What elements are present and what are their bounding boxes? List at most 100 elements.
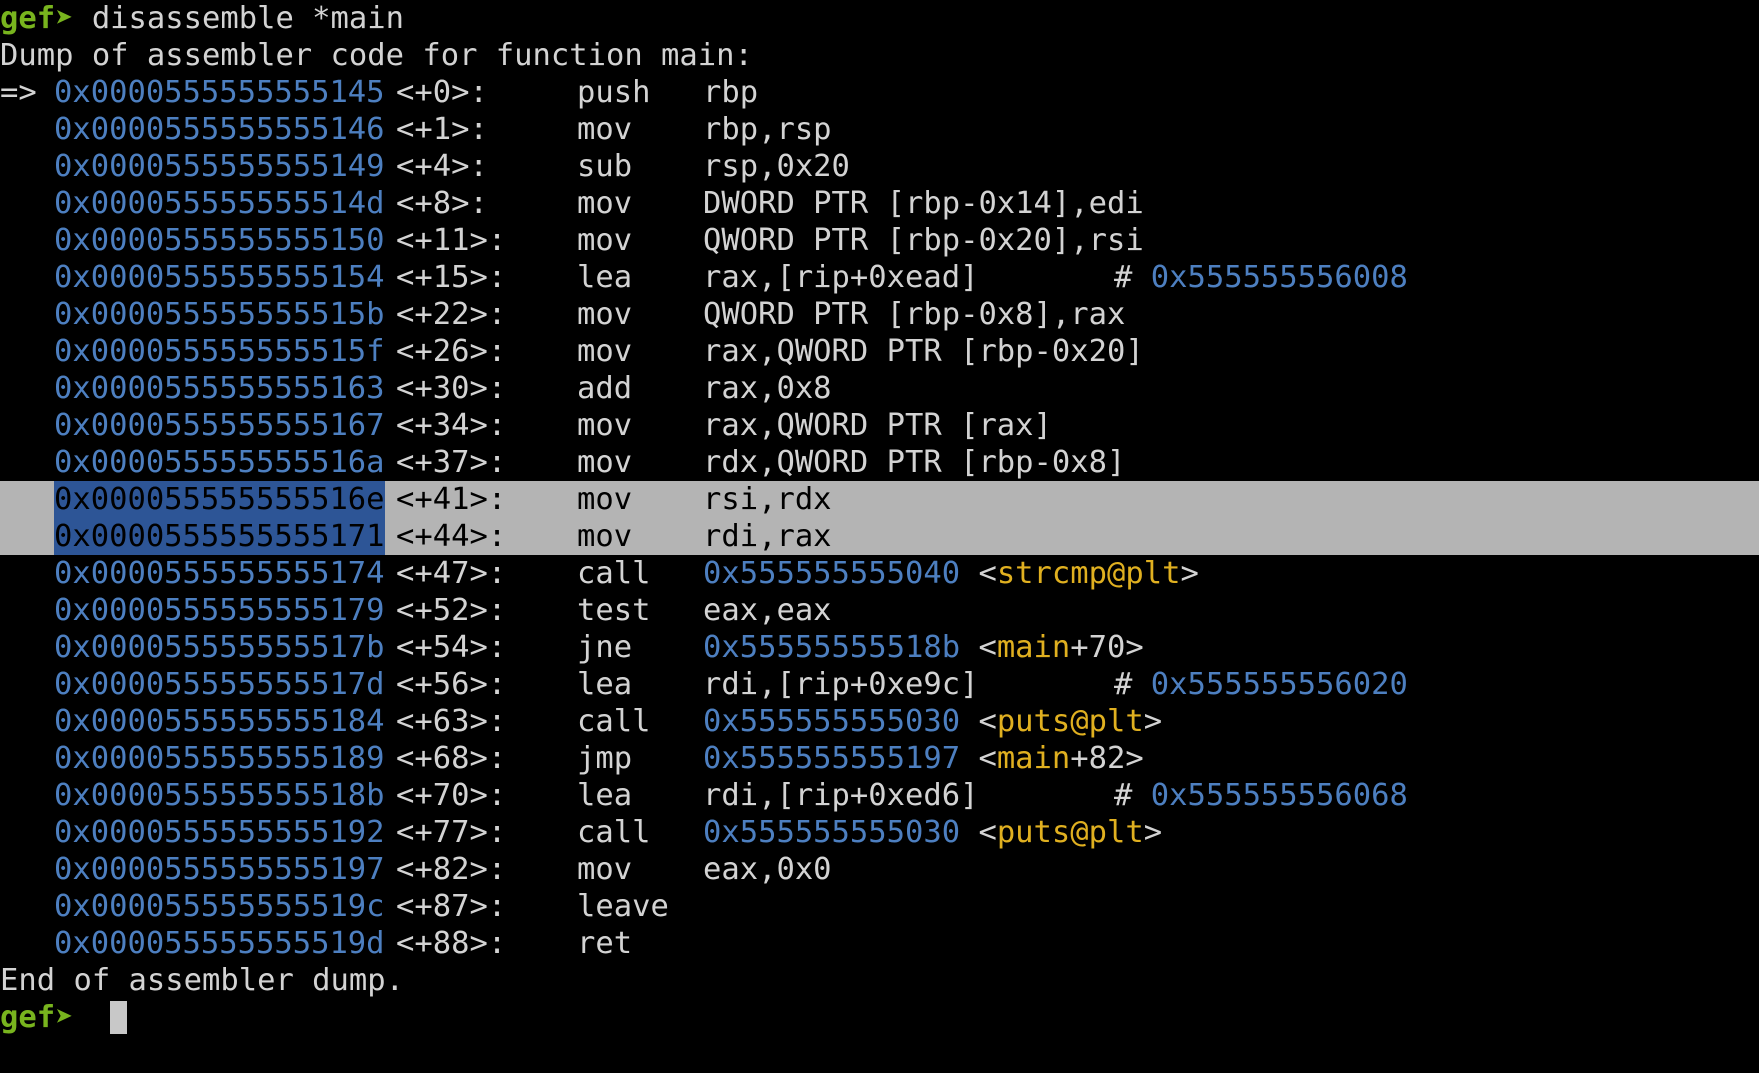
instruction-address: 0x0000555555555189 [54, 741, 385, 776]
instruction-operands: rdi,[rip+0xe9c] [703, 667, 979, 702]
instruction-offset: <+37>: [396, 445, 507, 480]
comment-hash: # [1114, 778, 1133, 813]
comment-address: 0x555555556008 [1150, 260, 1408, 295]
instruction-offset: <+4>: [396, 149, 488, 184]
instruction-row[interactable]: 0x0000555555555179 <+52>: test eax,eax [0, 592, 1759, 629]
target-address: 0x55555555518b [703, 630, 961, 665]
branch-target: 0x555555555197 <main+82> [703, 741, 1144, 776]
instruction-row[interactable]: 0x000055555555519d <+88>: ret [0, 925, 1759, 962]
terminal-window[interactable]: gef➤ disassemble *main Dump of assembler… [0, 0, 1759, 1073]
instruction-operands: rdx,QWORD PTR [rbp-0x8] [703, 445, 1126, 480]
instruction-mnemonic: mov [577, 408, 633, 443]
instruction-operands: rdi,rax [703, 519, 832, 554]
instruction-row[interactable]: 0x0000555555555192 <+77>: call 0x5555555550… [0, 814, 1759, 851]
instruction-mnemonic: lea [577, 260, 633, 295]
instruction-offset: <+34>: [396, 408, 507, 443]
instruction-mnemonic: mov [577, 297, 633, 332]
instruction-row[interactable]: 0x0000555555555184 <+63>: call 0x5555555550… [0, 703, 1759, 740]
instruction-mnemonic: ret [577, 926, 633, 961]
instruction-row[interactable]: 0x000055555555516e <+41>: mov rsi,rdx [0, 481, 1759, 518]
instruction-comment: # 0x555555556068 [1114, 777, 1408, 814]
instruction-address: 0x000055555555517d [54, 667, 385, 702]
instruction-mnemonic: test [577, 593, 651, 628]
instruction-offset: <+82>: [396, 852, 507, 887]
instruction-row[interactable]: 0x0000555555555150 <+11>: mov QWORD PTR [rb… [0, 222, 1759, 259]
instruction-address: 0x0000555555555154 [54, 260, 385, 295]
instruction-offset: <+56>: [396, 667, 507, 702]
instruction-row[interactable]: 0x000055555555517b <+54>: jne 0x55555555518… [0, 629, 1759, 666]
instruction-mnemonic: mov [577, 852, 633, 887]
instruction-operands: rdi,[rip+0xed6] [703, 778, 979, 813]
instruction-row[interactable]: 0x0000555555555154 <+15>: lea rax,[rip+0xea… [0, 259, 1759, 296]
instruction-address: 0x0000555555555149 [54, 149, 385, 184]
instruction-offset: <+88>: [396, 926, 507, 961]
instruction-row[interactable]: 0x000055555555515f <+26>: mov rax,QWORD PTR… [0, 333, 1759, 370]
instruction-mnemonic: lea [577, 667, 633, 702]
target-address: 0x555555555030 [703, 704, 961, 739]
instruction-mnemonic: mov [577, 223, 633, 258]
instruction-row[interactable]: 0x000055555555514d <+8>: mov DWORD PTR [rbp… [0, 185, 1759, 222]
instruction-address: 0x0000555555555145 [54, 75, 385, 110]
instruction-operands: QWORD PTR [rbp-0x20],rsi [703, 223, 1144, 258]
disassembly-listing[interactable]: => 0x0000555555555145 <+0>: push rbp 0x000055… [0, 74, 1759, 962]
target-address: 0x555555555030 [703, 815, 961, 850]
instruction-mnemonic: mov [577, 482, 633, 517]
instruction-operands: rbp,rsp [703, 112, 832, 147]
branch-target: 0x555555555030 <puts@plt> [703, 815, 1163, 850]
instruction-mnemonic: mov [577, 112, 633, 147]
instruction-row[interactable]: 0x000055555555519c <+87>: leave [0, 888, 1759, 925]
instruction-row[interactable]: 0x000055555555517d <+56>: lea rdi,[rip+0xe9… [0, 666, 1759, 703]
instruction-address: 0x000055555555517b [54, 630, 385, 665]
instruction-offset: <+44>: [396, 519, 507, 554]
comment-address: 0x555555556068 [1150, 778, 1408, 813]
instruction-address: 0x000055555555515b [54, 297, 385, 332]
instruction-row[interactable]: 0x0000555555555167 <+34>: mov rax,QWORD PTR… [0, 407, 1759, 444]
instruction-offset: <+22>: [396, 297, 507, 332]
comment-address: 0x555555556020 [1150, 667, 1408, 702]
instruction-mnemonic: mov [577, 519, 633, 554]
target-address: 0x555555555197 [703, 741, 961, 776]
instruction-row[interactable]: 0x0000555555555146 <+1>: mov rbp,rsp [0, 111, 1759, 148]
command-text: disassemble *main [73, 1, 404, 36]
dump-footer: End of assembler dump. [0, 962, 1759, 999]
instruction-address: 0x0000555555555150 [54, 223, 385, 258]
instruction-operands: rsi,rdx [703, 482, 832, 517]
instruction-row[interactable]: 0x0000555555555189 <+68>: jmp 0x55555555519… [0, 740, 1759, 777]
instruction-operands: rbp [703, 75, 759, 110]
instruction-mnemonic: leave [577, 889, 669, 924]
instruction-address: 0x0000555555555184 [54, 704, 385, 739]
instruction-address: 0x000055555555514d [54, 186, 385, 221]
instruction-address: 0x0000555555555174 [54, 556, 385, 591]
instruction-operands: rax,QWORD PTR [rbp-0x20] [703, 334, 1144, 369]
target-symbol: puts@plt [996, 704, 1144, 739]
dump-footer-text: End of assembler dump. [0, 963, 404, 998]
input-line[interactable]: gef➤ [0, 999, 1759, 1036]
instruction-offset: <+77>: [396, 815, 507, 850]
instruction-row[interactable]: 0x000055555555516a <+37>: mov rdx,QWORD PTR… [0, 444, 1759, 481]
instruction-offset: <+47>: [396, 556, 507, 591]
instruction-offset: <+54>: [396, 630, 507, 665]
instruction-row[interactable]: 0x0000555555555149 <+4>: sub rsp,0x20 [0, 148, 1759, 185]
instruction-address: 0x0000555555555179 [54, 593, 385, 628]
instruction-row[interactable]: 0x0000555555555171 <+44>: mov rdi,rax [0, 518, 1759, 555]
instruction-row[interactable]: 0x0000555555555197 <+82>: mov eax,0x0 [0, 851, 1759, 888]
instruction-row[interactable]: 0x000055555555515b <+22>: mov QWORD PTR [rb… [0, 296, 1759, 333]
comment-hash: # [1114, 260, 1133, 295]
branch-target: 0x555555555030 <puts@plt> [703, 704, 1163, 739]
instruction-offset: <+26>: [396, 334, 507, 369]
instruction-address: 0x0000555555555192 [54, 815, 385, 850]
instruction-row[interactable]: 0x000055555555518b <+70>: lea rdi,[rip+0xed… [0, 777, 1759, 814]
target-address: 0x555555555040 [703, 556, 961, 591]
instruction-address: 0x000055555555516a [54, 445, 385, 480]
instruction-offset: <+15>: [396, 260, 507, 295]
instruction-row[interactable]: => 0x0000555555555145 <+0>: push rbp [0, 74, 1759, 111]
instruction-address: 0x000055555555516e [54, 481, 385, 518]
instruction-offset: <+30>: [396, 371, 507, 406]
instruction-row[interactable]: 0x0000555555555174 <+47>: call 0x5555555550… [0, 555, 1759, 592]
instruction-row[interactable]: 0x0000555555555163 <+30>: add rax,0x8 [0, 370, 1759, 407]
instruction-mnemonic: sub [577, 149, 633, 184]
instruction-operands: eax,0x0 [703, 852, 832, 887]
instruction-address: 0x0000555555555171 [54, 518, 385, 555]
target-symbol: main [996, 741, 1071, 776]
instruction-operands: rax,0x8 [703, 371, 832, 406]
